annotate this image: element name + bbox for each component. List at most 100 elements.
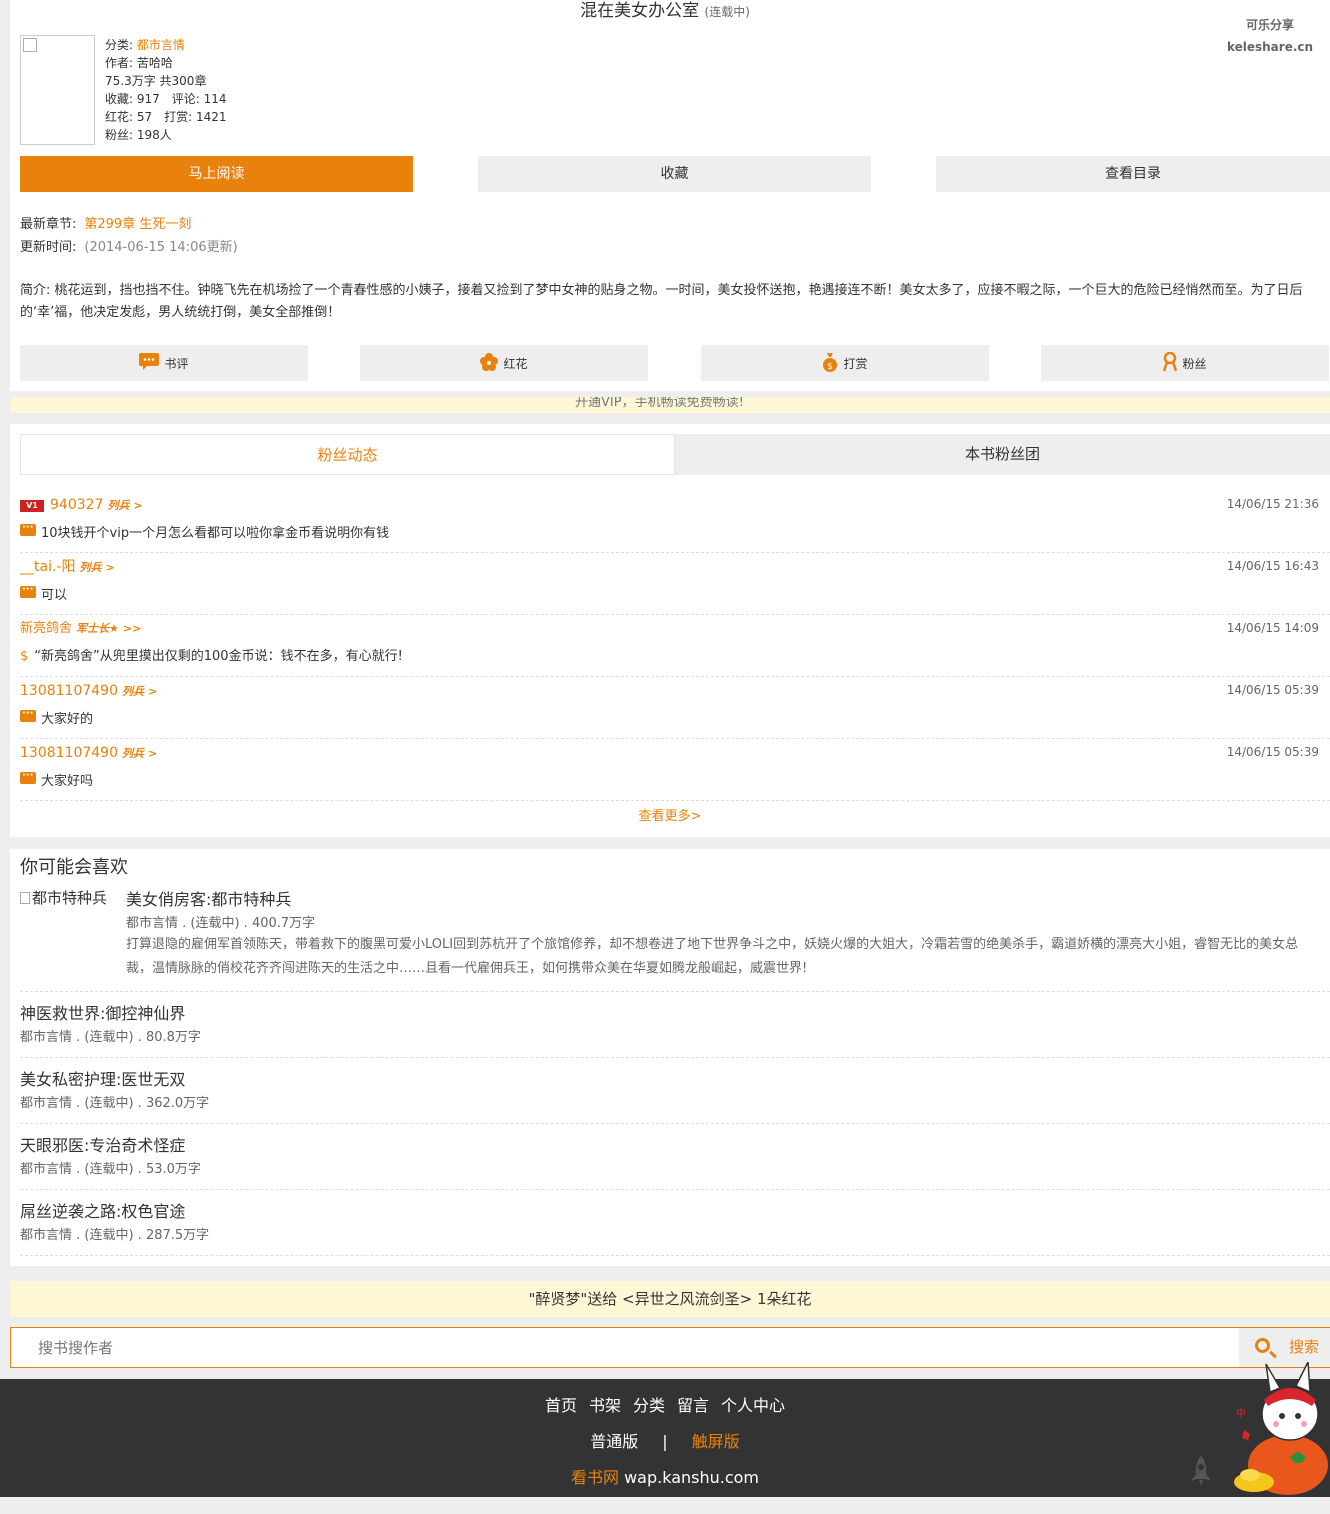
recommend-desc: 打算退隐的雇佣军首领陈天，带着救下的腹黑可爱小LOLI回到苏杭开了个旅馆修养，却… (126, 937, 1299, 976)
view-more-link[interactable]: 查看更多> (10, 805, 1330, 824)
site-name: 看书网 (570, 1468, 619, 1487)
fan-rank-badge: 军士长★ (76, 622, 119, 635)
recommend-title[interactable]: 美女私密护理:医世无双 (20, 1066, 185, 1090)
recommend-title[interactable]: 天眼邪医:专治奇术怪症 (20, 1132, 185, 1156)
divider (20, 1189, 1330, 1190)
fan-message-text: 大家好吗 (41, 774, 94, 789)
back-to-top-rocket-icon[interactable] (1188, 1455, 1214, 1491)
fan-time: 14/06/15 14:09 (1226, 621, 1319, 635)
recommend-title[interactable]: 神医救世界:御控神仙界 (20, 1000, 185, 1024)
fans-action[interactable]: 粉丝 (1041, 345, 1329, 381)
fan-message: 可以 (20, 581, 68, 605)
fan-time: 14/06/15 05:39 (1226, 683, 1319, 697)
latest-chapter-label: 最新章节: (20, 217, 77, 232)
fan-time: 14/06/15 05:39 (1226, 745, 1319, 759)
broken-image-icon (23, 38, 37, 52)
chevron-right-icon: > (147, 747, 158, 760)
divider (20, 991, 1330, 992)
broken-image-icon (20, 892, 30, 904)
flower-icon (480, 352, 499, 374)
touch-version-link[interactable]: 触屏版 (692, 1432, 740, 1451)
fan-message-text: 10块钱开个vip一个月怎么看都可以啦你拿金币看说明你有钱 (41, 526, 390, 541)
update-time: 更新时间: (2014-06-15 14:06更新) (20, 237, 238, 259)
book-status: (连载中) (704, 5, 750, 19)
fan-username[interactable]: 13081107490 (20, 683, 118, 699)
reward-action[interactable]: $ 打赏 (701, 345, 989, 381)
site-url: wap.kanshu.com (624, 1468, 760, 1487)
update-time-label: 更新时间: (20, 240, 77, 255)
fan-username[interactable]: 新亮鸽舍 (20, 621, 72, 636)
meta-category: 分类: 都市言情 (105, 36, 227, 54)
fan-username[interactable]: 13081107490 (20, 745, 118, 761)
search-icon (1255, 1338, 1270, 1353)
tab-fan-club[interactable]: 本书粉丝团 (675, 434, 1330, 475)
meta-comments: 评论: 114 (171, 92, 227, 106)
fan-user[interactable]: 13081107490 列兵 > (20, 743, 157, 764)
meta-fav-comments: 收藏: 917 评论: 114 (105, 90, 227, 108)
fan-time: 14/06/15 16:43 (1226, 559, 1319, 573)
meta-flowers-rewards: 红花: 57 打赏: 1421 (105, 108, 227, 126)
comment-icon (20, 705, 36, 723)
review-action[interactable]: 书评 (20, 345, 308, 381)
book-meta: 分类: 都市言情 作者: 苦哈哈 75.3万字 共300章 收藏: 917 评论:… (105, 36, 227, 144)
divider (20, 1123, 1330, 1124)
fan-message-text: 大家好的 (41, 712, 94, 727)
fan-user[interactable]: 新亮鸽舍 军士长★ >> (20, 619, 141, 639)
recommend-sub: 都市言情 . (连载中) . 53.0万字 (20, 1162, 201, 1177)
flower-notice[interactable]: "醉贤梦"送给 <异世之风流剑圣> 1朵红花 (10, 1281, 1330, 1317)
recommend-title[interactable]: 屌丝逆袭之路:权色官途 (20, 1198, 185, 1222)
share-name: 可乐分享 (1245, 18, 1294, 32)
fan-username[interactable]: __tai.-阳 (20, 559, 75, 575)
book-cover[interactable] (20, 35, 95, 145)
collect-button[interactable]: 收藏 (478, 156, 871, 192)
fan-message-text: 可以 (41, 588, 68, 603)
vip-icon: V1 (20, 500, 44, 512)
tab-fan-activity[interactable]: 粉丝动态 (20, 434, 675, 475)
recommend-title[interactable]: 美女俏房客:都市特种兵 (126, 886, 291, 910)
read-now-button[interactable]: 马上阅读 (20, 156, 413, 192)
fan-username[interactable]: 940327 (50, 497, 103, 513)
category-label: 分类: (105, 38, 137, 52)
fan-message: 10块钱开个vip一个月怎么看都可以啦你拿金币看说明你有钱 (20, 519, 390, 543)
mascot-rabbit-icon[interactable]: 中 (1230, 1359, 1330, 1501)
fan-user[interactable]: 13081107490 列兵 > (20, 681, 157, 702)
chevron-right-icon: > (133, 499, 143, 512)
footer-link-shelf[interactable]: 书架 (589, 1396, 621, 1415)
meta-words: 75.3万字 共300章 (105, 74, 207, 88)
fan-row: V1 940327 列兵> 14/06/15 21:36 10块钱开个vip一个月怎… (20, 491, 1330, 553)
share-watermark: 可乐分享 keleshare.cn (1220, 14, 1320, 58)
footer-link-profile[interactable]: 个人中心 (721, 1396, 785, 1415)
comment-icon (20, 767, 36, 785)
fan-rank-badge: 列兵 (79, 561, 102, 574)
footer-link-category[interactable]: 分类 (633, 1396, 665, 1415)
footer-link-message[interactable]: 留言 (677, 1396, 709, 1415)
review-label: 书评 (164, 356, 189, 371)
footer-nav: 首页 书架 分类 留言 个人中心 (0, 1392, 1330, 1416)
category-link[interactable]: 都市言情 (137, 38, 185, 52)
fan-rank-badge: 列兵 (121, 685, 144, 698)
recommend-heading: 你可能会喜欢 (20, 857, 128, 878)
divider (20, 1057, 1330, 1058)
search-input[interactable] (11, 1328, 1239, 1367)
chevron-right-icon: > (147, 685, 158, 698)
flower-action[interactable]: 红花 (360, 345, 648, 381)
toc-button[interactable]: 查看目录 (936, 156, 1330, 192)
normal-version-link[interactable]: 普通版 (590, 1432, 638, 1451)
recommend-cover[interactable]: 都市特种兵 (20, 887, 107, 908)
fan-time: 14/06/15 21:36 (1226, 497, 1319, 511)
divider (20, 1255, 1330, 1256)
reward-label: 打赏 (843, 356, 868, 371)
comment-icon (20, 581, 36, 599)
version-separator: | (662, 1432, 668, 1451)
footer-link-home[interactable]: 首页 (545, 1396, 577, 1415)
latest-chapter-link[interactable]: 第299章 生死一刻 (84, 217, 191, 232)
vip-promo-text: 开通VIP，手机畅读免费畅读! (575, 397, 744, 410)
fan-rank-badge: 列兵 (107, 499, 130, 512)
fan-user[interactable]: __tai.-阳 列兵 > (20, 557, 115, 578)
fan-row: 13081107490列兵> 14/06/15 05:39 大家好吗 (20, 739, 1330, 801)
fan-message: 大家好的 (20, 705, 94, 729)
vip-promo-strip[interactable]: 开通VIP，手机畅读免费畅读! (10, 397, 1330, 413)
money-bag-icon: $ (20, 649, 29, 664)
fan-user[interactable]: V1 940327 列兵 > (20, 495, 143, 516)
fan-message: $ “新亮鸽舍”从兜里摸出仅剩的100金币说：钱不在多，有心就行! (20, 648, 403, 666)
